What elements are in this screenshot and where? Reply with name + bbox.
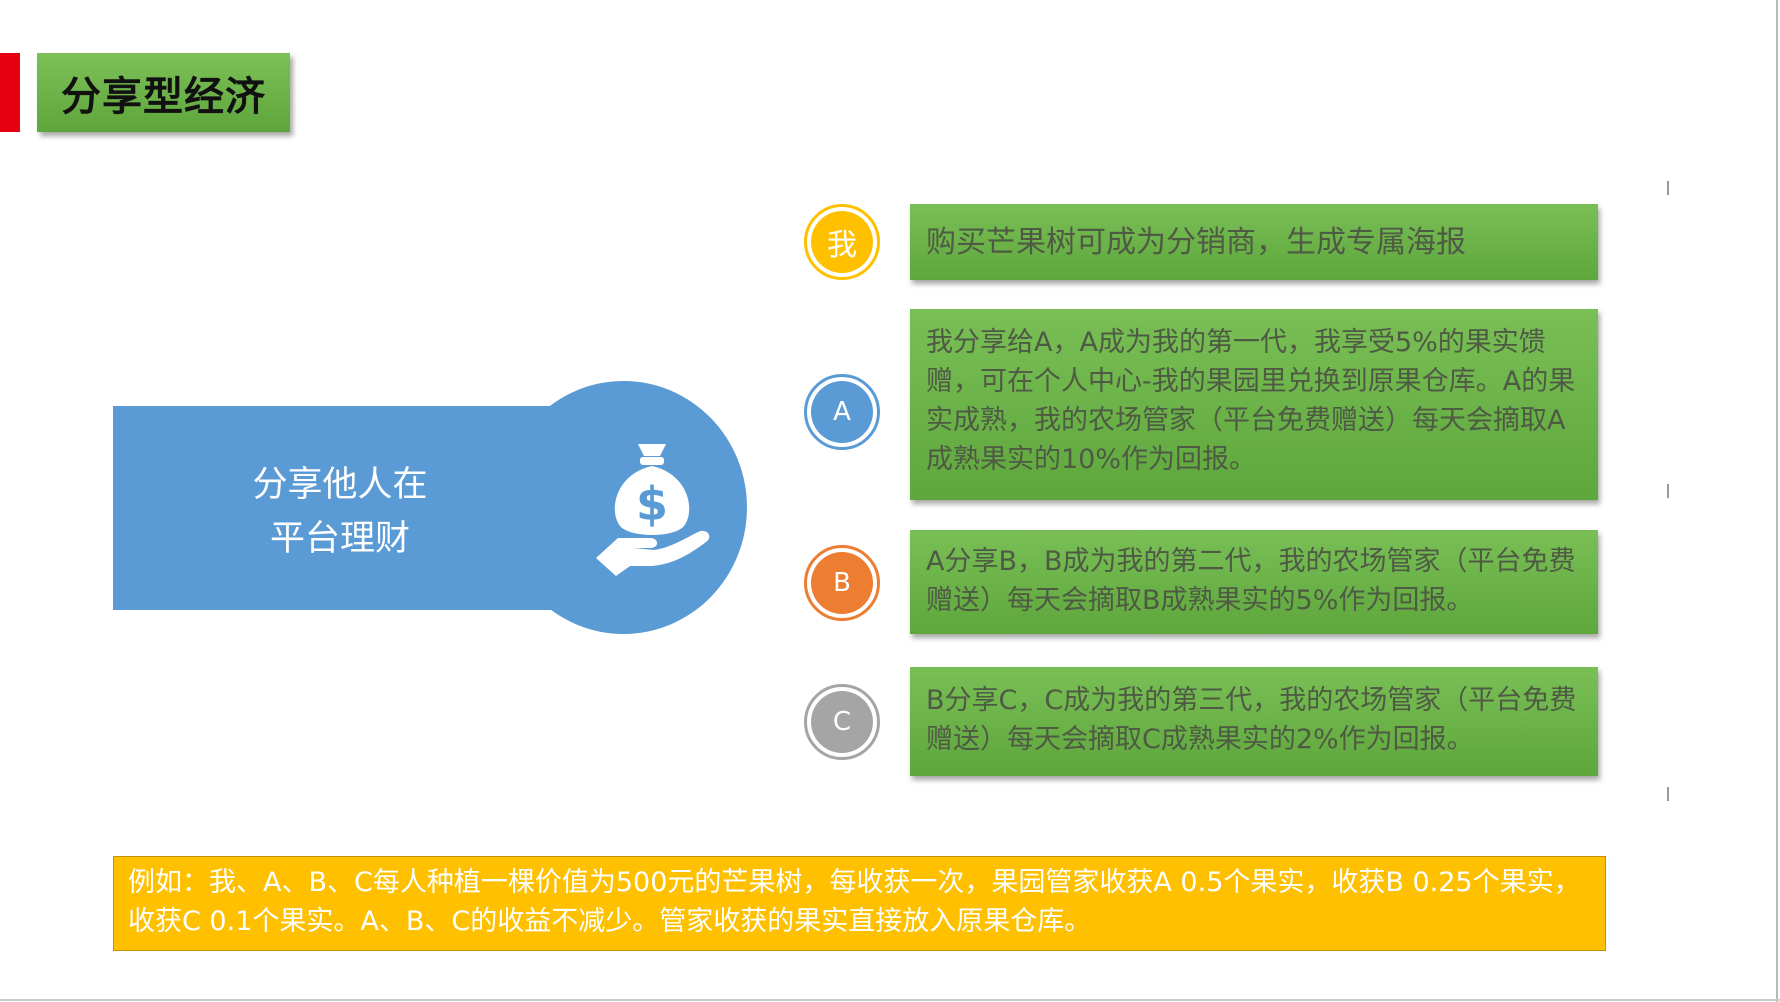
tick-mark [1667,181,1669,195]
slide-right-border [1776,0,1778,1002]
item-b-box: A分享B，B成为我的第二代，我的农场管家（平台免费赠送）每天会摘取B成熟果实的5… [910,530,1598,634]
item-a-text: 我分享给A，A成为我的第一代，我享受5%的果实馈赠，可在个人中心-我的果园里兑换… [926,327,1576,475]
item-me-text: 购买芒果树可成为分销商，生成专属海报 [926,224,1466,260]
slide-bottom-border [0,999,1780,1001]
badge-c: C [804,684,880,760]
money-bag-hand-icon: $ [596,444,710,576]
item-a-box: 我分享给A，A成为我的第一代，我享受5%的果实馈赠，可在个人中心-我的果园里兑换… [910,309,1598,500]
svg-text:$: $ [636,477,668,531]
tick-mark [1667,787,1669,801]
badge-label: B [811,552,873,614]
badge-a: A [804,374,880,450]
example-text: 例如：我、A、B、C每人种植一棵价值为500元的芒果树，每收获一次，果园管家收获… [128,867,1581,937]
left-panel-line-2: 平台理财 [269,519,410,559]
badge-me: 我 [804,204,880,280]
title-box: 分享型经济 [37,53,290,132]
page-title: 分享型经济 [61,73,266,120]
title-accent-bar [0,53,20,132]
left-panel-line-1: 分享他人在 [252,465,428,505]
badge-b: B [804,545,880,621]
item-me-box: 购买芒果树可成为分销商，生成专属海报 [910,204,1598,280]
item-c-text: B分享C，C成为我的第三代，我的农场管家（平台免费赠送）每天会摘取C成熟果实的2… [926,685,1577,755]
tick-mark [1667,484,1669,498]
badge-label: 我 [811,211,873,273]
slide: 分享型经济 分享他人在 平台理财 $ 我 购买芒果树可成为分销商，生成专属海报 … [0,0,1780,1002]
badge-label: A [811,381,873,443]
left-panel-text: 分享他人在 平台理财 [200,458,480,566]
badge-label: C [811,691,873,753]
item-c-box: B分享C，C成为我的第三代，我的农场管家（平台免费赠送）每天会摘取C成熟果实的2… [910,667,1598,776]
example-box: 例如：我、A、B、C每人种植一棵价值为500元的芒果树，每收获一次，果园管家收获… [113,856,1606,951]
item-b-text: A分享B，B成为我的第二代，我的农场管家（平台免费赠送）每天会摘取B成熟果实的5… [926,546,1576,616]
